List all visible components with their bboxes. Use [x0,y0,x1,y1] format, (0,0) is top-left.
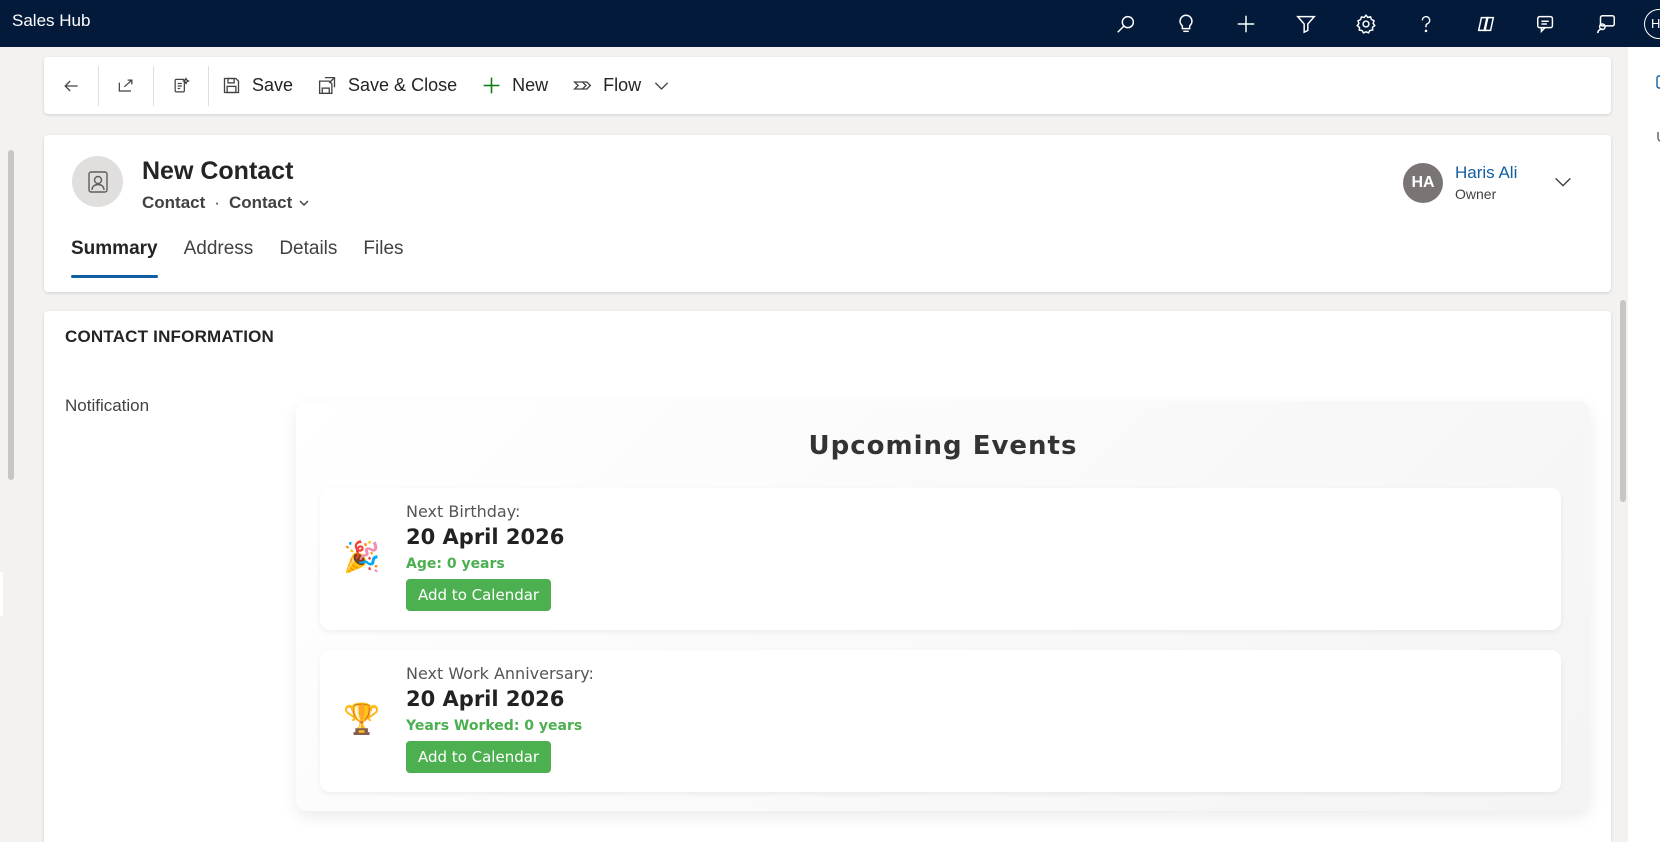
settings-icon[interactable] [1336,0,1396,47]
top-nav-icons: H [1096,0,1660,47]
add-to-calendar-button[interactable]: Add to Calendar [406,579,552,611]
user-avatar[interactable]: H [1644,8,1660,39]
new-button[interactable]: New [469,57,560,114]
filter-icon[interactable] [1276,0,1336,47]
event-years-worked: Years Worked: 0 years [406,718,583,734]
back-button[interactable] [44,57,98,114]
notification-field-label: Notification [65,396,150,415]
chat-icon[interactable] [1516,0,1576,47]
command-bar: Save Save & Close New Flow [44,57,1611,114]
section-title: CONTACT INFORMATION [65,327,275,346]
header-expand-chevron-icon[interactable] [1552,171,1574,193]
event-label: Next Birthday: [406,502,521,521]
save-and-close-icon [319,76,336,95]
event-body: Next Work Anniversary: 20 April 2026 Yea… [406,664,594,773]
plus-icon[interactable] [1216,0,1276,47]
form-selector[interactable]: Contact [229,193,292,213]
upcoming-events-panel: Upcoming Events 🎉 Next Birthday: 20 Apri… [296,401,1590,811]
form-assist-icon [174,76,190,92]
save-icon [223,77,240,94]
record-subtitle: Contact · Contact [142,193,310,213]
flow-button[interactable]: Flow [560,57,694,114]
save-label: Save [252,75,294,95]
owner-name-link[interactable]: Haris Ali [1455,163,1517,183]
entity-image[interactable] [72,156,123,207]
tab-details[interactable]: Details [279,230,337,280]
tab-summary[interactable]: Summary [71,230,158,280]
back-arrow-icon [64,80,78,91]
record-header: New Contact Contact · Contact HA Haris A… [44,135,1611,292]
add-to-calendar-button[interactable]: Add to Calendar [406,741,552,773]
owner-field: HA Haris Ali Owner [1403,163,1517,203]
save-and-close-button[interactable]: Save & Close [305,57,469,114]
event-age: Age: 0 years [406,556,505,572]
upcoming-events-title: Upcoming Events [808,431,1078,461]
event-label: Next Work Anniversary: [406,664,594,683]
right-side-rail [1628,47,1660,842]
form-fill-assist-button[interactable] [154,57,208,114]
flow-icon [573,81,592,90]
left-scrollbar-thumb[interactable] [8,150,14,480]
lightbulb-icon[interactable] [1156,0,1216,47]
party-popper-icon: 🎉 [343,541,381,574]
help-icon[interactable] [1396,0,1456,47]
main-scrollbar-thumb[interactable] [1620,300,1626,502]
plus-icon [483,77,500,94]
new-label: New [512,75,549,95]
copilot-icon[interactable] [1456,0,1516,47]
open-in-new-window-icon [118,79,133,92]
app-title[interactable]: Sales Hub [12,11,90,31]
side-pane-icon[interactable] [1654,75,1660,89]
chevron-down-icon[interactable] [298,197,310,209]
contact-information-section: CONTACT INFORMATION Notification Upcomin… [44,311,1611,842]
top-nav-bar: Sales Hub H [0,0,1660,47]
record-title: New Contact [142,157,294,185]
left-edge-marker [0,572,3,616]
work-anniversary-event-card: 🏆 Next Work Anniversary: 20 April 2026 Y… [320,650,1561,792]
flow-label: Flow [603,75,642,95]
birthday-event-card: 🎉 Next Birthday: 20 April 2026 Age: 0 ye… [320,488,1561,630]
event-body: Next Birthday: 20 April 2026 Age: 0 year… [406,502,564,611]
separator-dot: · [214,193,220,212]
event-date: 20 April 2026 [406,525,565,549]
contact-placeholder-icon [87,170,108,193]
open-in-new-window-button[interactable] [99,57,153,114]
tab-files[interactable]: Files [363,230,403,280]
attachment-icon[interactable] [1654,129,1660,143]
left-scroll-strip [0,47,22,842]
assistant-icon[interactable] [1576,0,1636,47]
save-and-close-label: Save & Close [348,75,458,95]
tab-address[interactable]: Address [184,230,254,280]
owner-label: Owner [1455,186,1497,202]
form-tabs: Summary Address Details Files [71,230,430,280]
owner-avatar[interactable]: HA [1403,163,1443,203]
search-icon[interactable] [1096,0,1156,47]
trophy-icon: 🏆 [343,703,381,736]
save-button[interactable]: Save [209,57,305,114]
entity-name: Contact [142,193,206,212]
chevron-down-icon[interactable] [651,75,672,96]
event-date: 20 April 2026 [406,687,565,711]
